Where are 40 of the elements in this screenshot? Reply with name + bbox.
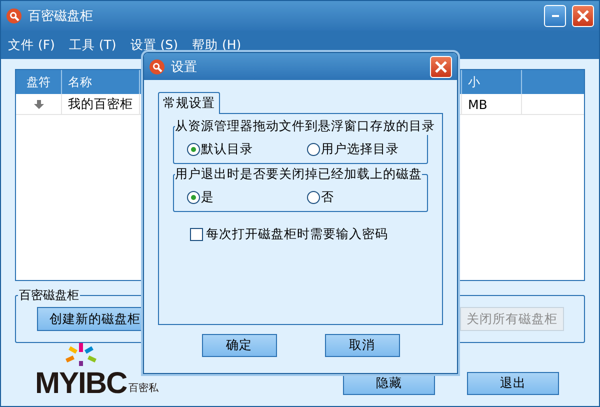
radio-label[interactable]: 用户选择目录 xyxy=(321,141,399,158)
down-arrow-icon xyxy=(34,100,44,108)
dialog-title: 设置 xyxy=(171,58,198,76)
close-icon xyxy=(577,10,589,22)
radio-label[interactable]: 否 xyxy=(321,189,334,206)
radio-label[interactable]: 是 xyxy=(201,189,214,206)
group-title: 百密磁盘柜 xyxy=(18,287,80,304)
tab[interactable]: 常规设置 xyxy=(158,92,220,114)
menu-item[interactable]: 帮助 (H) xyxy=(192,36,242,54)
logo-burst-icon xyxy=(65,343,97,367)
radio-button[interactable] xyxy=(307,191,320,204)
app-icon xyxy=(6,8,22,24)
checkbox[interactable] xyxy=(190,228,203,241)
exit-button[interactable]: 退出 xyxy=(467,372,559,395)
ok-button[interactable]: 确定 xyxy=(202,334,276,357)
app-icon xyxy=(149,58,165,74)
column-header[interactable]: 名称 xyxy=(62,70,140,94)
close-button[interactable] xyxy=(430,56,452,78)
menu-item[interactable]: 设置 (S) xyxy=(130,36,178,54)
radio-button[interactable] xyxy=(307,143,320,156)
menu-item[interactable]: 文件 (F) xyxy=(8,36,55,54)
column-header[interactable]: 盘符 xyxy=(16,70,62,94)
logo-subtitle: 百密私 xyxy=(128,382,159,395)
close-icon xyxy=(435,60,447,72)
menu-item[interactable]: 工具 (T) xyxy=(68,36,116,54)
logo-text: MYIBC xyxy=(35,369,127,399)
column-header[interactable]: 小 xyxy=(462,70,522,94)
radio-button[interactable] xyxy=(187,143,200,156)
group-title: 用户退出时是否要关闭掉已经加载上的磁盘 xyxy=(175,166,422,183)
group-title: 从资源管理器拖动文件到悬浮窗口存放的目录 xyxy=(175,118,435,135)
radio-label[interactable]: 默认目录 xyxy=(201,141,253,158)
radio-button[interactable] xyxy=(187,191,200,204)
minimize-button[interactable] xyxy=(544,5,566,27)
close-button[interactable] xyxy=(572,5,594,27)
table-cell: 我的百密柜 xyxy=(62,94,140,114)
window-title: 百密磁盘柜 xyxy=(28,8,94,25)
checkbox-label[interactable]: 每次打开磁盘柜时需要输入密码 xyxy=(206,226,388,243)
minimize-icon xyxy=(552,15,558,17)
cancel-button[interactable]: 取消 xyxy=(324,334,400,357)
table-cell: MB xyxy=(462,94,522,114)
